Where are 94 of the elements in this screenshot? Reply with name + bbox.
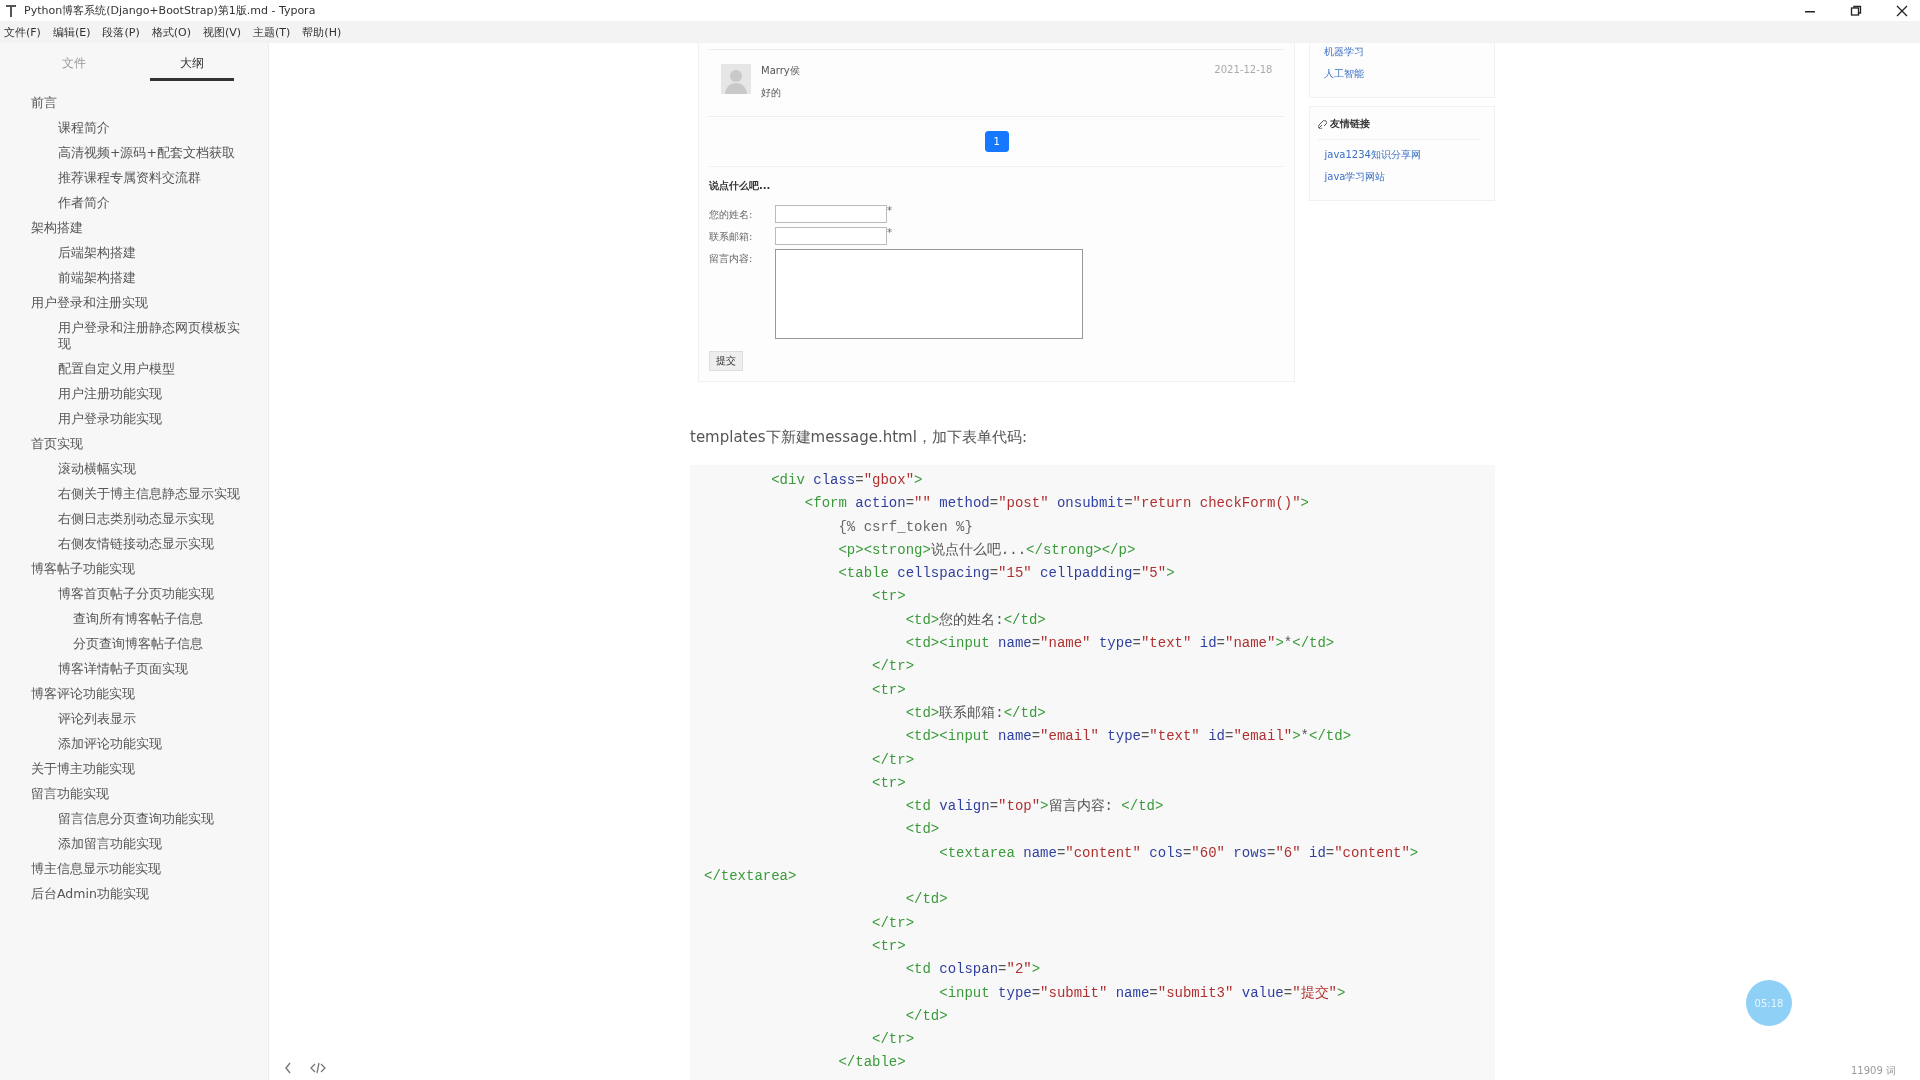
menu-item[interactable]: 段落(P) xyxy=(102,24,140,40)
code-line: <td valign="top">留言内容: </td> xyxy=(904,797,1165,817)
outline-item[interactable]: 留言信息分页查询功能实现 xyxy=(0,807,268,832)
menu-item[interactable]: 主题(T) xyxy=(253,24,291,40)
menu-item[interactable]: 视图(V) xyxy=(202,24,242,40)
outline-item[interactable]: 前端架构搭建 xyxy=(0,266,268,291)
code-line: <input type="submit" name="submit3" value="提交"> xyxy=(938,983,1347,1003)
comment-text: 好的 xyxy=(761,86,782,100)
outline-item[interactable]: 架构搭建 xyxy=(0,216,268,241)
code-line: <textarea name="content" cols="60" rows="6" id="content"> xyxy=(938,843,1420,863)
menu-item[interactable]: 文件(F) xyxy=(4,24,41,40)
input-field[interactable] xyxy=(775,205,887,223)
page-button[interactable]: 1 xyxy=(984,131,1009,152)
code-line: <form action="" method="post" onsubmit="return checkForm()"> xyxy=(803,494,1310,514)
link-icon xyxy=(1318,119,1328,129)
panel-link[interactable]: java1234知识分享网 xyxy=(1324,148,1480,162)
menu-item[interactable]: 编辑(E) xyxy=(52,24,91,40)
required-mark: * xyxy=(887,227,892,238)
code-line: <td><input name="name" type="text" id="name">*</td> xyxy=(904,634,1336,654)
code-line: {% csrf_token %} xyxy=(837,517,974,537)
code-line: </table> xyxy=(837,1053,907,1073)
code-line: </td> xyxy=(904,890,949,910)
outline-item[interactable]: 前言 xyxy=(0,91,268,116)
outline-item[interactable]: 后台Admin功能实现 xyxy=(0,882,268,907)
code-line: <td><input name="email" type="text" id="email">*</td> xyxy=(904,727,1353,747)
outline-item[interactable]: 博客评论功能实现 xyxy=(0,682,268,707)
code-icon[interactable] xyxy=(310,1062,326,1074)
outline-item[interactable]: 配置自定义用户模型 xyxy=(0,357,268,382)
panel-link[interactable]: 机器学习 xyxy=(1324,45,1480,59)
code-line: <p><strong>说点什么吧...</strong></p> xyxy=(837,540,1137,560)
window-title: Python博客系统(Django+BootStrap)第1版.md - Typora xyxy=(24,3,316,18)
sidebar-tab[interactable]: 大纲 xyxy=(150,55,234,81)
code-line: <td>您的姓名:</td> xyxy=(904,610,1047,630)
outline-item[interactable]: 留言功能实现 xyxy=(0,782,268,807)
close-icon[interactable] xyxy=(1896,4,1908,17)
outline-item[interactable]: 高清视频+源码+配套文档获取 xyxy=(0,141,268,166)
outline-item[interactable]: 首页实现 xyxy=(0,432,268,457)
form-heading: 说点什么吧... xyxy=(709,179,772,193)
outline-item[interactable]: 用户登录和注册静态网页模板实现 xyxy=(0,316,268,357)
outline-item[interactable]: 课程简介 xyxy=(0,116,268,141)
menu-item[interactable]: 格式(O) xyxy=(151,24,191,40)
code-line: </tr> xyxy=(871,657,916,677)
outline-item[interactable]: 右侧友情链接动态显示实现 xyxy=(0,532,268,557)
code-line: <td>联系邮箱:</td> xyxy=(904,703,1047,723)
code-line: </td> xyxy=(904,1006,949,1026)
code-line: </textarea> xyxy=(704,867,798,887)
comment-author: Marry侯 xyxy=(761,64,800,78)
code-line: </tr> xyxy=(871,913,916,933)
chevron-left-icon[interactable] xyxy=(284,1062,292,1074)
outline-item[interactable]: 关于博主功能实现 xyxy=(0,757,268,782)
outline-item[interactable]: 添加评论功能实现 xyxy=(0,732,268,757)
code-line: <tr> xyxy=(871,773,907,793)
panel-link[interactable]: 人工智能 xyxy=(1324,67,1480,81)
outline-item[interactable]: 用户注册功能实现 xyxy=(0,382,268,407)
code-line: <table cellspacing="15" cellpadding="5"> xyxy=(837,564,1176,584)
outline-item[interactable]: 推荐课程专属资料交流群 xyxy=(0,166,268,191)
field-label: 留言内容: xyxy=(709,252,754,266)
code-line: <td> xyxy=(904,820,941,840)
outline-item[interactable]: 博客首页帖子分页功能实现 xyxy=(0,582,268,607)
text-area[interactable] xyxy=(775,249,1083,339)
comment-date: 2021-12-18 xyxy=(1214,64,1273,77)
input-field[interactable] xyxy=(775,227,887,245)
outline-item[interactable]: 滚动横幅实现 xyxy=(0,457,268,482)
panel-link[interactable]: java学习网站 xyxy=(1324,170,1480,184)
outline-item[interactable]: 右侧关于博主信息静态显示实现 xyxy=(0,482,268,507)
outline-item[interactable]: 查询所有博客帖子信息 xyxy=(0,607,268,632)
field-label: 您的姓名: xyxy=(709,208,754,222)
code-line: </tr> xyxy=(871,1030,916,1050)
code-line: <tr> xyxy=(871,680,907,700)
outline-item[interactable]: 添加留言功能实现 xyxy=(0,832,268,857)
menu-item[interactable]: 帮助(H) xyxy=(302,24,342,40)
restore-icon[interactable] xyxy=(1850,4,1862,17)
outline-item[interactable]: 评论列表显示 xyxy=(0,707,268,732)
field-label: 联系邮箱: xyxy=(709,230,754,244)
paragraph: templates下新建message.html，加下表单代码: xyxy=(690,428,1028,447)
code-line: <tr> xyxy=(871,936,907,956)
submit-button[interactable]: 提交 xyxy=(709,351,743,371)
outline-item[interactable]: 博客详情帖子页面实现 xyxy=(0,657,268,682)
outline-item[interactable]: 用户登录功能实现 xyxy=(0,407,268,432)
code-line: <div class="gbox"> xyxy=(770,471,924,490)
code-line: </tr> xyxy=(871,750,916,770)
required-mark: * xyxy=(887,205,892,216)
code-line: <tr> xyxy=(871,587,907,607)
avatar-icon xyxy=(721,64,751,94)
outline-item[interactable]: 博主信息显示功能实现 xyxy=(0,857,268,882)
outline-item[interactable]: 用户登录和注册实现 xyxy=(0,291,268,316)
outline-item[interactable]: 后端架构搭建 xyxy=(0,241,268,266)
outline-item[interactable]: 博客帖子功能实现 xyxy=(0,557,268,582)
app-icon xyxy=(6,4,16,17)
outline-item[interactable]: 右侧日志类别动态显示实现 xyxy=(0,507,268,532)
outline-item[interactable]: 分页查询博客帖子信息 xyxy=(0,632,268,657)
panel-title: 友情链接 xyxy=(1330,117,1371,131)
outline-item[interactable]: 作者简介 xyxy=(0,191,268,216)
code-line: <td colspan="2"> xyxy=(904,960,1042,980)
